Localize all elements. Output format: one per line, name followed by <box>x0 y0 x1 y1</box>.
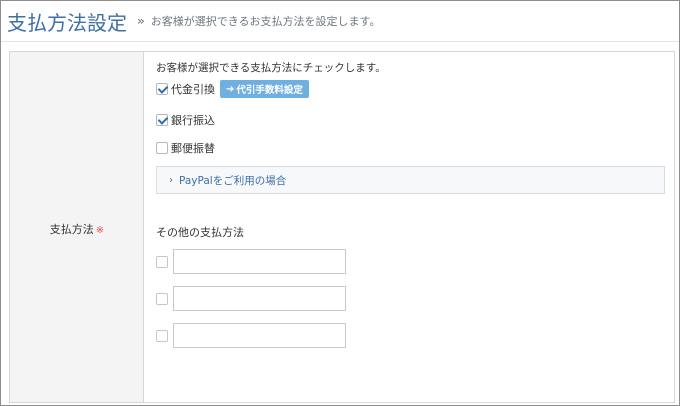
window-frame: 支払方法設定 » お客様が選択できるお支払方法を設定します。 支払方法 ※ お客様… <box>0 0 680 406</box>
cod-checkbox[interactable] <box>156 83 168 95</box>
cod-label[interactable]: 代金引換 <box>171 81 215 97</box>
breadcrumb-separator-icon: » <box>137 14 145 28</box>
header-divider <box>1 41 679 42</box>
payment-method-label-text: 支払方法 <box>49 223 94 236</box>
other-method-3-checkbox[interactable] <box>156 329 168 342</box>
method-row-postal-transfer: 郵便振替 <box>156 140 215 156</box>
payment-settings-form: 支払方法 ※ お客様が選択できる支払方法にチェックします。 代金引換 ➔ 代引手数… <box>9 51 675 403</box>
arrow-right-icon: ➔ <box>226 83 235 95</box>
other-method-1-input[interactable] <box>173 249 346 274</box>
other-method-row-3 <box>156 323 346 348</box>
other-method-row-2 <box>156 286 346 311</box>
other-method-2-checkbox[interactable] <box>156 292 168 305</box>
postal-transfer-label[interactable]: 郵便振替 <box>171 140 215 156</box>
payment-method-label: 支払方法 ※ <box>10 221 144 237</box>
paypal-toggle-panel[interactable]: › PayPalをご利用の場合 <box>156 166 665 194</box>
other-method-1-checkbox[interactable] <box>156 255 168 268</box>
page-description: お客様が選択できるお支払方法を設定します。 <box>150 15 381 28</box>
other-method-row-1 <box>156 249 346 274</box>
cod-fee-settings-label: 代引手数料設定 <box>236 85 303 96</box>
paypal-toggle-label: PayPalをご利用の場合 <box>179 174 287 187</box>
cod-fee-settings-button[interactable]: ➔ 代引手数料設定 <box>220 80 309 98</box>
page-title: 支払方法設定 <box>7 10 127 35</box>
method-row-cod: 代金引換 ➔ 代引手数料設定 <box>156 80 309 98</box>
postal-transfer-checkbox[interactable] <box>156 142 168 154</box>
bank-transfer-label[interactable]: 銀行振込 <box>171 112 215 128</box>
other-methods-title: その他の支払方法 <box>156 226 244 239</box>
form-label-cell: 支払方法 ※ <box>10 52 144 402</box>
page-header: 支払方法設定 » お客様が選択できるお支払方法を設定します。 <box>7 7 380 35</box>
form-value-cell: お客様が選択できる支払方法にチェックします。 代金引換 ➔ 代引手数料設定 銀行… <box>145 52 674 402</box>
instruction-text: お客様が選択できる支払方法にチェックします。 <box>156 62 386 74</box>
required-mark: ※ <box>95 225 105 236</box>
other-method-2-input[interactable] <box>173 286 346 311</box>
other-method-3-input[interactable] <box>173 323 346 348</box>
bank-transfer-checkbox[interactable] <box>156 114 168 126</box>
chevron-right-icon: › <box>169 174 173 186</box>
method-row-bank-transfer: 銀行振込 <box>156 112 215 128</box>
